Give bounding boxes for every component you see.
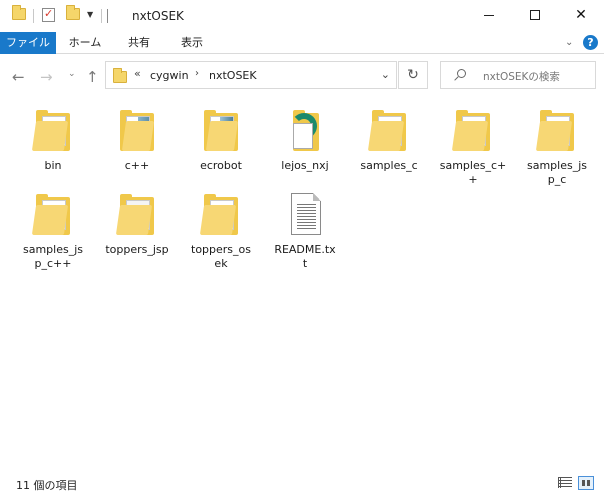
folder-icon xyxy=(113,191,161,239)
item-label: ecrobot xyxy=(200,159,242,172)
item-label: bin xyxy=(44,159,62,172)
list-item[interactable]: toppers_os ek xyxy=(180,191,262,271)
new-folder-icon[interactable] xyxy=(66,5,80,20)
properties-icon[interactable] xyxy=(42,7,55,22)
tab-file[interactable]: ファイル xyxy=(0,32,56,54)
search-placeholder: nxtOSEKの検索 xyxy=(483,71,560,83)
status-bar: 11 個の項目 xyxy=(0,470,604,496)
ribbon-tabs: ファイル ホーム 共有 表示 ⌄ ? xyxy=(0,32,604,54)
list-item[interactable]: c++ xyxy=(96,107,178,173)
refresh-button[interactable]: ↻ xyxy=(398,61,428,89)
item-label: toppers_os ek xyxy=(191,243,251,270)
title-bar: ▼ nxtOSEK ✕ xyxy=(0,0,604,32)
folder-icon xyxy=(449,107,497,155)
list-item[interactable]: bin xyxy=(12,107,94,173)
up-arrow-icon[interactable]: ↑ xyxy=(86,68,99,86)
folder-icon xyxy=(113,107,161,155)
tab-share[interactable]: 共有 xyxy=(114,32,164,54)
forward-arrow-icon[interactable]: → xyxy=(40,68,53,86)
address-bar[interactable]: « cygwin › nxtOSEK ⌄ xyxy=(105,61,397,89)
address-dropdown-chevron-icon[interactable]: ⌄ xyxy=(381,68,390,81)
folder-icon xyxy=(365,107,413,155)
divider xyxy=(107,9,108,23)
search-input[interactable]: nxtOSEKの検索 xyxy=(440,61,596,89)
minimize-icon xyxy=(484,14,494,16)
lejos-folder-icon xyxy=(281,107,329,155)
tab-view[interactable]: 表示 xyxy=(166,32,218,54)
list-item[interactable]: toppers_jsp xyxy=(96,191,178,257)
item-label: samples_c+ + xyxy=(439,159,507,186)
item-label: samples_c xyxy=(360,159,418,172)
list-item[interactable]: samples_js p_c xyxy=(516,107,598,187)
maximize-button[interactable] xyxy=(512,0,558,30)
folder-icon xyxy=(197,191,245,239)
list-item[interactable]: samples_c+ + xyxy=(432,107,514,187)
back-arrow-icon[interactable]: ← xyxy=(12,68,25,86)
search-icon xyxy=(457,69,466,78)
item-label: README.tx t xyxy=(274,243,336,270)
close-button[interactable]: ✕ xyxy=(558,0,604,30)
folder-icon xyxy=(113,68,127,83)
refresh-icon: ↻ xyxy=(407,67,419,83)
large-icons-view-icon[interactable] xyxy=(578,476,594,490)
window-title: nxtOSEK xyxy=(132,9,184,23)
breadcrumb-nxtosek[interactable]: nxtOSEK xyxy=(209,69,257,82)
folder-icon xyxy=(533,107,581,155)
close-icon: ✕ xyxy=(575,7,587,23)
text-file-icon xyxy=(281,191,329,239)
list-item[interactable]: ecrobot xyxy=(180,107,262,173)
list-item[interactable]: samples_c xyxy=(348,107,430,173)
folder-icon xyxy=(12,5,26,20)
help-button[interactable]: ? xyxy=(583,35,598,50)
folder-icon xyxy=(197,107,245,155)
item-label: samples_js p_c xyxy=(526,159,587,186)
item-count: 11 個の項目 xyxy=(16,479,78,492)
recent-locations-chevron-icon[interactable]: ⌄ xyxy=(68,69,76,79)
item-label: toppers_jsp xyxy=(105,243,169,256)
item-label: c++ xyxy=(124,159,150,172)
list-item[interactable]: samples_js p_c++ xyxy=(12,191,94,271)
item-label: lejos_nxj xyxy=(281,159,329,172)
divider xyxy=(101,9,102,23)
folder-icon xyxy=(29,191,77,239)
breadcrumb-overflow[interactable]: « xyxy=(134,67,141,80)
minimize-button[interactable] xyxy=(466,0,512,30)
details-view-icon[interactable] xyxy=(558,477,572,488)
maximize-icon xyxy=(530,10,540,20)
divider xyxy=(33,9,34,23)
tab-home[interactable]: ホーム xyxy=(58,32,112,54)
list-item[interactable]: README.tx t xyxy=(264,191,346,271)
folder-icon xyxy=(29,107,77,155)
navigation-bar: ← → ⌄ ↑ « cygwin › nxtOSEK ⌄ ↻ nxtOSEKの検… xyxy=(0,55,604,97)
breadcrumb-cygwin[interactable]: cygwin xyxy=(150,69,189,82)
chevron-right-icon[interactable]: › xyxy=(195,68,199,79)
item-label: samples_js p_c++ xyxy=(22,243,83,270)
list-item[interactable]: lejos_nxj xyxy=(264,107,346,173)
customize-toolbar-dropdown-icon[interactable]: ▼ xyxy=(87,10,93,19)
file-list: bin c++ ecrobot lejos_nxj samples_c samp… xyxy=(0,97,604,469)
help-icon: ? xyxy=(583,35,598,50)
expand-ribbon-chevron-icon[interactable]: ⌄ xyxy=(565,37,573,48)
